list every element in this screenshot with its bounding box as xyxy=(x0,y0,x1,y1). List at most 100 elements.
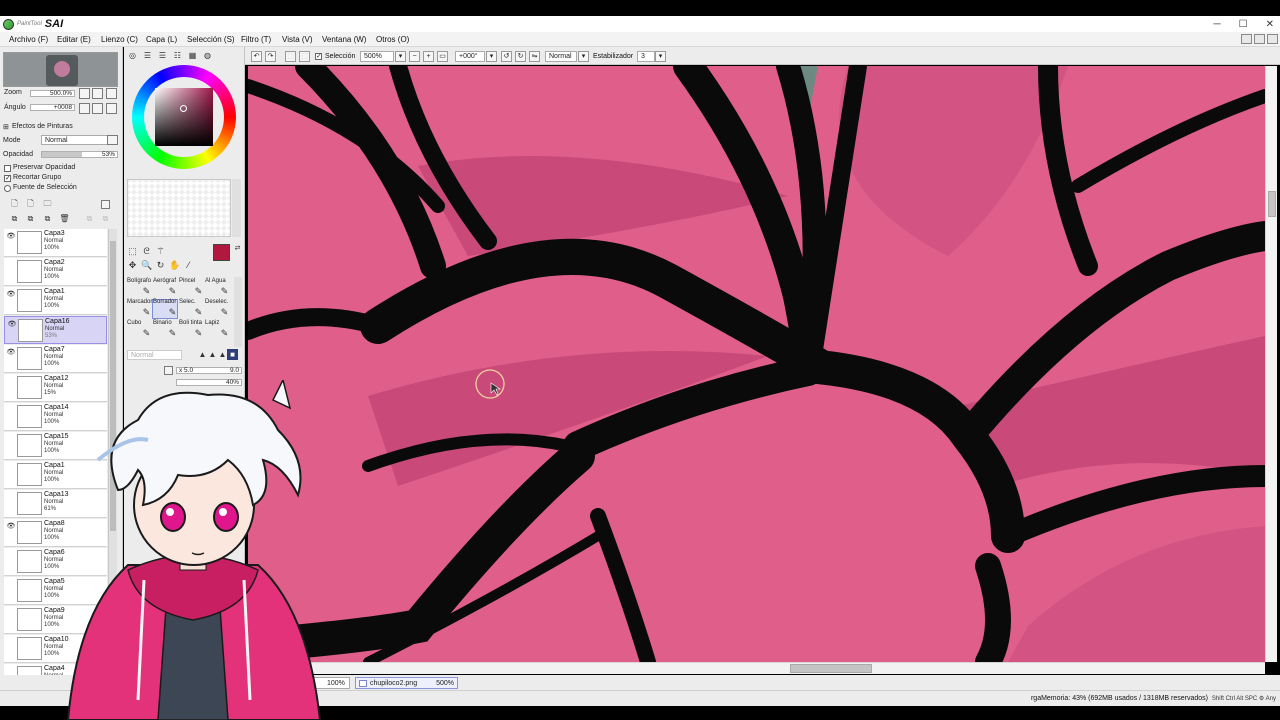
move-icon[interactable]: ✥ xyxy=(127,260,138,271)
tool-row2-1-icon[interactable]: ✎ xyxy=(167,307,178,318)
tool-row2-2-label[interactable]: Selec. xyxy=(179,299,196,305)
brush-shape-4-icon[interactable]: ■ xyxy=(227,349,238,360)
menu-1[interactable]: Editar (E) xyxy=(57,35,91,44)
zoom-slider[interactable]: 500.0% xyxy=(30,90,75,97)
zoom-reset-icon[interactable] xyxy=(106,88,117,99)
size-lock-icon[interactable] xyxy=(164,366,173,375)
tool-row1-3-label[interactable]: Al Agua xyxy=(205,278,226,284)
menu-5[interactable]: Filtro (T) xyxy=(241,35,271,44)
deselect-icon[interactable]: ⬚ xyxy=(285,51,296,62)
menu-0[interactable]: Archivo (F) xyxy=(9,35,48,44)
paste-layer-icon[interactable]: ⧉ xyxy=(100,214,111,225)
tool-row2-0-label[interactable]: Marcador xyxy=(127,299,152,305)
close-icon[interactable]: ✕ xyxy=(1266,19,1274,30)
canvas-hscroll-thumb[interactable] xyxy=(790,664,872,673)
tool-row1-0-label[interactable]: Bolígrafo xyxy=(127,278,151,284)
rotate-tool-icon[interactable]: ↻ xyxy=(155,260,166,271)
canvas-vscroll-thumb[interactable] xyxy=(1268,191,1276,217)
tool-grid-scrollbar[interactable] xyxy=(234,277,242,347)
document-tab-2[interactable]: chupiloco2.png 500% xyxy=(355,677,458,689)
zoom-tool-icon[interactable]: 🔍 xyxy=(141,260,152,271)
tool-row1-3-icon[interactable]: ✎ xyxy=(219,286,230,297)
tool-row2-2-icon[interactable]: ✎ xyxy=(193,307,204,318)
layer-visibility-icon[interactable]: 👁 xyxy=(6,233,16,241)
layer-visibility-icon[interactable] xyxy=(6,494,16,502)
zoom-dropdown-icon[interactable]: ▾ xyxy=(395,51,406,62)
tool-row1-1-icon[interactable]: ✎ xyxy=(167,286,178,297)
mdi-close-icon[interactable] xyxy=(1267,34,1278,44)
layer-visibility-icon[interactable] xyxy=(6,436,16,444)
rotate-left-icon[interactable] xyxy=(79,103,90,114)
menu-3[interactable]: Capa (L) xyxy=(146,35,177,44)
hand-tool-icon[interactable]: ✋ xyxy=(169,260,180,271)
swap-colors-icon[interactable]: ⇄ xyxy=(232,243,243,254)
toolbar-zoom-out-icon[interactable]: − xyxy=(409,51,420,62)
layer-visibility-icon[interactable] xyxy=(6,668,16,675)
tool-row3-2-label[interactable]: Boli tinta xyxy=(179,320,202,326)
toolbar-zoom-in-icon[interactable]: + xyxy=(423,51,434,62)
blend-mode-field[interactable]: Normal xyxy=(545,51,577,62)
rotation-dropdown-icon[interactable]: ▾ xyxy=(486,51,497,62)
stabilizer-dropdown-icon[interactable]: ▾ xyxy=(655,51,666,62)
layer-visibility-icon[interactable] xyxy=(6,465,16,473)
marquee-select-icon[interactable]: ⬚ xyxy=(127,246,138,257)
tool-row2-1-label[interactable]: Borrador xyxy=(153,299,176,305)
canvas-horizontal-scrollbar[interactable] xyxy=(248,662,1265,674)
layer-visibility-icon[interactable] xyxy=(6,610,16,618)
redo-icon[interactable]: ↷ xyxy=(265,51,276,62)
magic-wand-icon[interactable]: ⚚ xyxy=(155,246,166,257)
transfer-down-icon[interactable]: ⧉ xyxy=(9,214,20,225)
tool-row3-2-icon[interactable]: ✎ xyxy=(193,328,204,339)
preserve-opacity-checkbox[interactable] xyxy=(4,165,11,172)
color-wheel-tab-icon[interactable]: ◎ xyxy=(127,51,138,62)
color-extra-tab-icon[interactable]: ◍ xyxy=(202,51,213,62)
foreground-color[interactable] xyxy=(213,244,230,261)
opacity-slider[interactable]: 53% xyxy=(41,151,118,158)
menu-8[interactable]: Otros (O) xyxy=(376,35,409,44)
toolbar-zoom-fit-icon[interactable]: ▭ xyxy=(437,51,448,62)
invert-selection-icon[interactable]: ⬚ xyxy=(299,51,310,62)
tool-row3-1-icon[interactable]: ✎ xyxy=(167,328,178,339)
angle-slider[interactable]: +0008 xyxy=(30,104,75,111)
clip-group-checkbox[interactable]: ✓ xyxy=(4,175,11,182)
merge-down-icon[interactable]: ⧉ xyxy=(25,214,36,225)
scratchpad-tab-icon[interactable]: ▦ xyxy=(187,51,198,62)
layer-visibility-icon[interactable]: 👁 xyxy=(6,291,16,299)
layer-visibility-icon[interactable] xyxy=(6,262,16,270)
effects-expand-icon[interactable]: ⊞ xyxy=(3,123,9,131)
hsv-slider-tab-icon[interactable]: ☰ xyxy=(157,51,168,62)
stabilizer-field[interactable]: 3 xyxy=(637,51,655,62)
layer-visibility-icon[interactable]: 👁 xyxy=(6,349,16,357)
tool-row2-3-icon[interactable]: ✎ xyxy=(219,307,230,318)
rotation-field[interactable]: +000° xyxy=(455,51,485,62)
minimize-icon[interactable]: ─ xyxy=(1214,19,1221,30)
mode-dropdown-icon[interactable] xyxy=(107,135,118,145)
scratchpad-area[interactable] xyxy=(127,179,231,237)
color-picker-handle[interactable] xyxy=(180,105,187,112)
brush-size-slider[interactable]: x 5.0 9.0 xyxy=(176,367,242,374)
mdi-restore-icon[interactable] xyxy=(1254,34,1265,44)
drawing-canvas[interactable] xyxy=(248,66,1265,662)
canvas-vertical-scrollbar[interactable] xyxy=(1265,66,1277,662)
zoom-in-icon[interactable] xyxy=(92,88,103,99)
flip-icon[interactable] xyxy=(106,103,117,114)
zoom-out-icon[interactable] xyxy=(79,88,90,99)
lasso-icon[interactable]: ᘓ xyxy=(141,246,152,257)
selection-visible-checkbox[interactable]: ✓ xyxy=(315,53,322,60)
rotate-ccw-icon[interactable]: ↺ xyxy=(501,51,512,62)
undo-icon[interactable]: ↶ xyxy=(251,51,262,62)
new-layer-icon[interactable]: 🗋 xyxy=(9,199,20,210)
tool-row2-3-label[interactable]: Deselec. xyxy=(205,299,228,305)
tool-row3-3-icon[interactable]: ✎ xyxy=(219,328,230,339)
tool-row3-3-label[interactable]: Lapiz xyxy=(205,320,219,326)
layer-visibility-icon[interactable] xyxy=(6,639,16,647)
brush-blend-select[interactable]: Normal xyxy=(127,350,182,360)
rgb-slider-tab-icon[interactable]: ☰ xyxy=(142,51,153,62)
swatch-tab-icon[interactable]: ☷ xyxy=(172,51,183,62)
layer-row-4[interactable]: 👁 Capa7 Normal 100% xyxy=(4,345,107,373)
layer-row-0[interactable]: 👁 Capa3 Normal 100% xyxy=(4,229,107,257)
saturation-value-square[interactable] xyxy=(155,88,213,146)
tool-row3-1-label[interactable]: Binario xyxy=(153,320,172,326)
selection-source-radio[interactable] xyxy=(4,185,11,192)
layer-visibility-icon[interactable]: 👁 xyxy=(6,523,16,531)
